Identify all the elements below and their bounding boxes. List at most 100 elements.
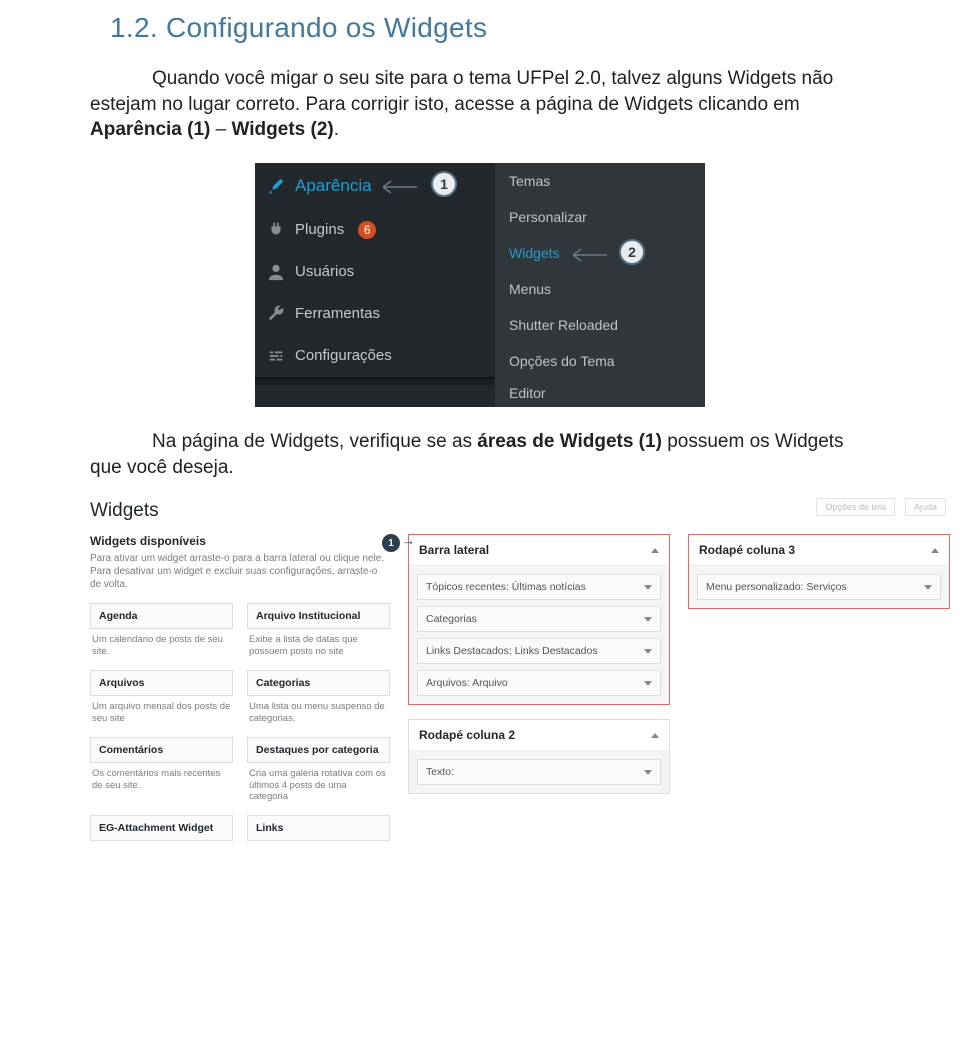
submenu-label: Opções do Tema — [509, 353, 615, 369]
para1-bold2: Widgets (2) — [232, 119, 334, 140]
caret-down-icon — [644, 585, 652, 590]
submenu-label: Editor — [509, 385, 546, 401]
plug-icon — [267, 221, 285, 239]
submenu-personalizar[interactable]: Personalizar — [495, 199, 705, 235]
arrow-1 — [383, 177, 431, 197]
area-title: Rodapé coluna 3 — [699, 543, 795, 557]
widget-area-rodape-2[interactable]: Rodapé coluna 2 Texto: — [408, 719, 670, 794]
avail-desc: Exibe a lista de datas que possuem posts… — [247, 629, 390, 666]
menu-label: Aparência — [295, 176, 372, 196]
avail-desc: Um arquivo mensal dos posts de seu site — [90, 696, 233, 733]
para2-text1: Na página de Widgets, verifique se as — [152, 431, 477, 452]
widget-item-label: Tópicos recentes: Últimas notícias — [426, 581, 586, 593]
caret-down-icon — [644, 770, 652, 775]
submenu-label: Personalizar — [509, 209, 587, 225]
callout-1: 1 — [431, 171, 457, 197]
submenu-label: Shutter Reloaded — [509, 317, 618, 333]
menu-item-ferramentas[interactable]: Ferramentas — [255, 293, 495, 335]
para2-bold: áreas de Widgets (1) — [477, 431, 662, 452]
avail-widget-arquivos[interactable]: Arquivos Um arquivo mensal dos posts de … — [90, 670, 233, 733]
caret-down-icon — [924, 585, 932, 590]
user-icon — [267, 263, 285, 281]
menu-item-usuarios[interactable]: Usuários — [255, 251, 495, 293]
submenu-shutter[interactable]: Shutter Reloaded — [495, 307, 705, 343]
widget-item[interactable]: Categorias — [417, 606, 661, 632]
para1-mid: – — [210, 119, 231, 140]
widget-item[interactable]: Arquivos: Arquivo — [417, 670, 661, 696]
callout-badge-1: 1 — [382, 534, 400, 552]
submenu-menus[interactable]: Menus — [495, 271, 705, 307]
avail-name: EG-Attachment Widget — [90, 815, 233, 841]
avail-widget-links[interactable]: Links — [247, 815, 390, 841]
area-title: Rodapé coluna 2 — [419, 728, 515, 742]
avail-widget-destaques[interactable]: Destaques por categoria Cria uma galeria… — [247, 737, 390, 812]
area-title: Barra lateral — [419, 543, 489, 557]
sliders-icon — [267, 347, 285, 365]
caret-up-icon — [651, 548, 659, 553]
para1-bold1: Aparência (1) — [90, 119, 210, 140]
widget-item-label: Arquivos: Arquivo — [426, 677, 508, 689]
widget-areas-col-1: 1 → Barra lateral Tópicos recentes: Últi… — [408, 534, 670, 841]
menu-label: Ferramentas — [295, 305, 380, 322]
section-heading: 1.2. Configurando os Widgets — [110, 12, 870, 44]
caret-up-icon — [651, 733, 659, 738]
avail-desc: Cria uma galeria rotativa com os últimos… — [247, 763, 390, 812]
wp-menu-left: Aparência 1 Plugins 6 Usuários — [255, 163, 495, 407]
menu-item-aparencia[interactable]: Aparência 1 — [255, 163, 495, 209]
arrow-2 — [573, 245, 621, 265]
avail-widget-comentarios[interactable]: Comentários Os comentários mais recentes… — [90, 737, 233, 812]
wrench-icon — [267, 305, 285, 323]
submenu-label: Menus — [509, 281, 551, 297]
caret-down-icon — [644, 649, 652, 654]
submenu-temas[interactable]: Temas — [495, 163, 705, 199]
wp-admin-menu-figure: Aparência 1 Plugins 6 Usuários — [255, 163, 705, 407]
widget-item[interactable]: Tópicos recentes: Últimas notícias — [417, 574, 661, 600]
avail-name: Links — [247, 815, 390, 841]
avail-widget-arquivo-institucional[interactable]: Arquivo Institucional Exibe a lista de d… — [247, 603, 390, 666]
avail-widget-eg-attachment[interactable]: EG-Attachment Widget — [90, 815, 233, 841]
widget-item-label: Links Destacados: Links Destacados — [426, 645, 598, 657]
submenu-label: Widgets — [509, 245, 560, 261]
callout-2: 2 — [619, 239, 645, 265]
submenu-label: Temas — [509, 173, 550, 189]
avail-desc: Uma lista ou menu suspenso de categorias… — [247, 696, 390, 733]
para1-end: . — [334, 119, 339, 140]
avail-desc: Um calendário de posts de seu site. — [90, 629, 233, 666]
avail-name: Comentários — [90, 737, 233, 763]
avail-desc: Os comentários mais recentes de seu site… — [90, 763, 233, 800]
caret-down-icon — [644, 681, 652, 686]
widget-item[interactable]: Links Destacados: Links Destacados — [417, 638, 661, 664]
menu-label: Plugins — [295, 221, 344, 238]
paragraph-1: Quando você migar o seu site para o tema… — [90, 66, 870, 143]
avail-widget-agenda[interactable]: Agenda Um calendário de posts de seu sit… — [90, 603, 233, 666]
plugins-badge: 6 — [358, 221, 376, 239]
widget-item[interactable]: Texto: — [417, 759, 661, 785]
wp-menu-right: Temas Personalizar Widgets 2 Menus Shutt… — [495, 163, 705, 407]
avail-widget-categorias[interactable]: Categorias Uma lista ou menu suspenso de… — [247, 670, 390, 733]
submenu-widgets[interactable]: Widgets 2 — [495, 235, 705, 271]
widget-area-rodape-3[interactable]: Rodapé coluna 3 Menu personalizado: Serv… — [688, 534, 950, 609]
caret-down-icon — [644, 617, 652, 622]
caret-up-icon — [931, 548, 939, 553]
submenu-editor[interactable]: Editor — [495, 379, 705, 407]
para1-text: Quando você migar o seu site para o tema… — [90, 68, 833, 115]
widget-item-label: Categorias — [426, 613, 477, 625]
screen-options-button[interactable]: Opções de tela — [816, 498, 895, 516]
widget-area-barra-lateral[interactable]: Barra lateral Tópicos recentes: Últimas … — [408, 534, 670, 705]
help-button[interactable]: Ajuda — [905, 498, 946, 516]
widget-item[interactable]: Menu personalizado: Serviços — [697, 574, 941, 600]
available-widgets-subtitle: Widgets disponíveis — [90, 534, 390, 548]
avail-name: Agenda — [90, 603, 233, 629]
avail-name: Arquivos — [90, 670, 233, 696]
widget-item-label: Menu personalizado: Serviços — [706, 581, 847, 593]
brush-icon — [267, 177, 285, 195]
submenu-opcoes-tema[interactable]: Opções do Tema — [495, 343, 705, 379]
avail-name: Destaques por categoria — [247, 737, 390, 763]
widget-areas-col-2: Rodapé coluna 3 Menu personalizado: Serv… — [688, 534, 950, 841]
menu-label: Configurações — [295, 347, 392, 364]
available-widgets-col: Widgets disponíveis Para ativar um widge… — [90, 534, 390, 841]
menu-label: Usuários — [295, 263, 354, 280]
available-widgets-desc: Para ativar um widget arraste-o para a b… — [90, 552, 390, 591]
menu-item-plugins[interactable]: Plugins 6 — [255, 209, 495, 251]
menu-item-configuracoes[interactable]: Configurações — [255, 335, 495, 377]
